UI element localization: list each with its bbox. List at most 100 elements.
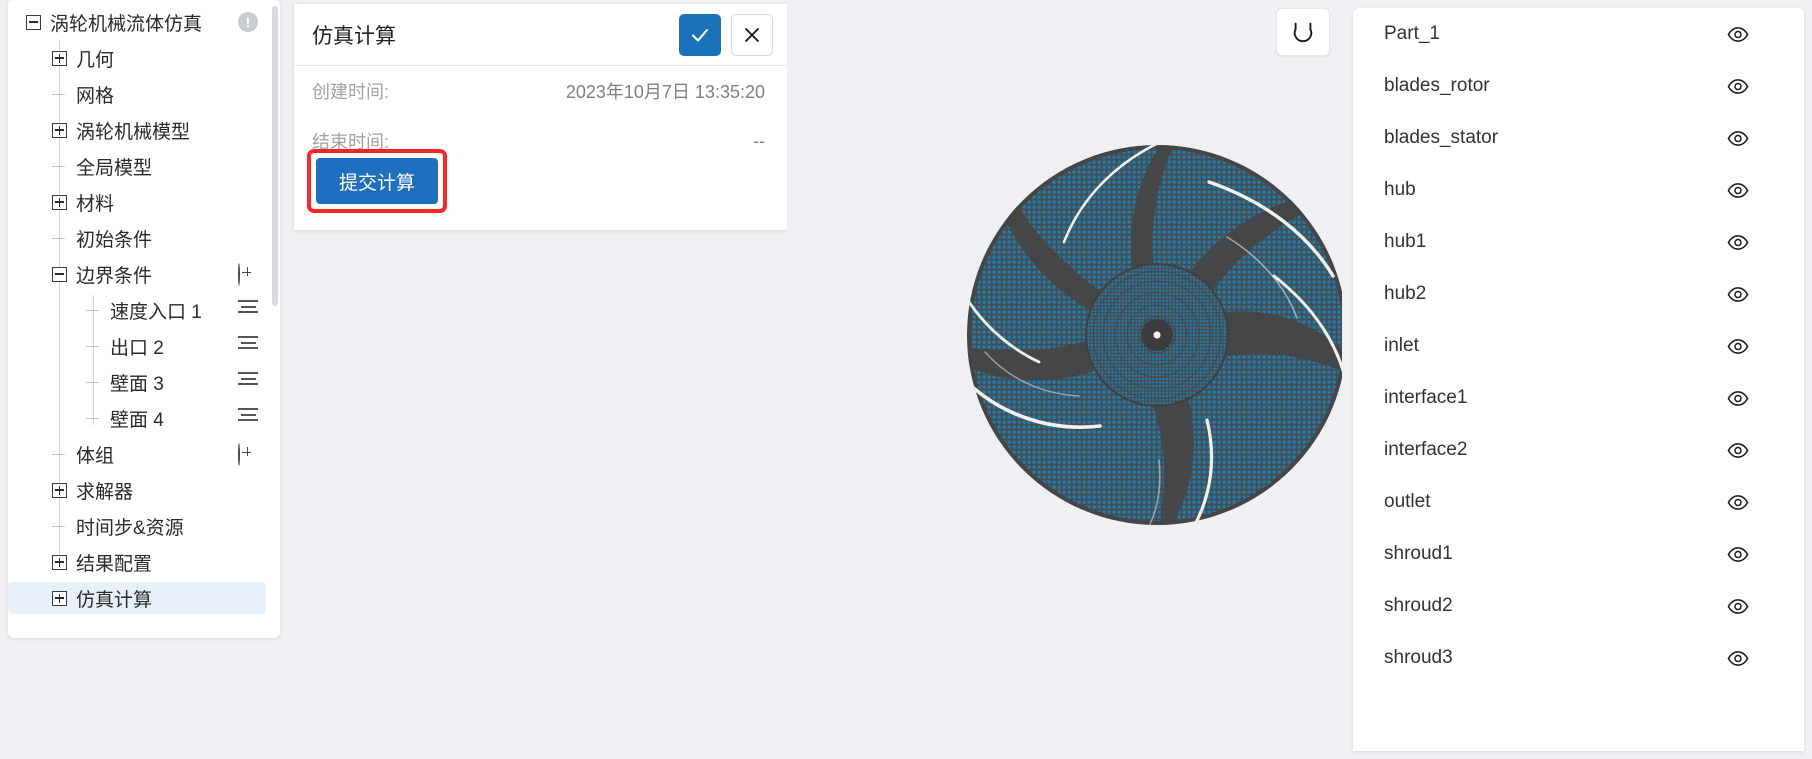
eye-visibility-icon[interactable] (1727, 494, 1749, 510)
tree-scrollbar[interactable] (272, 6, 278, 632)
3d-viewport[interactable] (787, 0, 1342, 759)
eye-visibility-icon[interactable] (1727, 598, 1749, 614)
tree-node-label: 体组 (76, 445, 115, 467)
tree-node-0[interactable]: 涡轮机械流体仿真! (8, 4, 280, 40)
tree-node-label: 材料 (76, 193, 115, 215)
eye-visibility-icon[interactable] (1727, 130, 1749, 146)
eye-visibility-icon[interactable] (1727, 650, 1749, 666)
tree-node-14[interactable]: 时间步&资源 (8, 508, 280, 544)
plus-circle-icon (238, 443, 240, 466)
tree-node-5[interactable]: 材料 (8, 184, 280, 220)
eye-visibility-icon[interactable] (1727, 338, 1749, 354)
expand-icon[interactable] (52, 50, 67, 66)
node-menu-button[interactable] (238, 372, 258, 392)
part-list-item[interactable]: hub1 (1353, 216, 1804, 268)
tree-node-highlight (8, 78, 266, 110)
confirm-button[interactable] (679, 13, 721, 56)
tree-node-12[interactable]: 体组 (8, 436, 280, 472)
add-item-button[interactable] (238, 443, 258, 466)
eye-visibility-icon[interactable] (1727, 26, 1749, 42)
part-name-label: hub1 (1384, 231, 1427, 252)
tree-node-1[interactable]: 几何 (8, 40, 280, 76)
tree-node-13[interactable]: 求解器 (8, 472, 280, 508)
turbomachinery-mesh-render (967, 145, 1342, 525)
tree-node-label: 涡轮机械模型 (76, 121, 191, 143)
tree-node-15[interactable]: 结果配置 (8, 544, 280, 580)
reload-icon (1293, 22, 1313, 43)
add-item-button[interactable] (238, 263, 258, 286)
eye-visibility-icon[interactable] (1727, 78, 1749, 94)
tree-scrollbar-thumb[interactable] (272, 6, 278, 306)
expand-icon[interactable] (52, 554, 67, 570)
part-list-item[interactable]: interface2 (1353, 424, 1804, 476)
part-list-item[interactable]: inlet (1353, 320, 1804, 372)
tree-node-label: 时间步&资源 (76, 517, 184, 539)
expand-icon[interactable] (52, 122, 67, 138)
part-list-item[interactable]: interface1 (1353, 372, 1804, 424)
part-list-item[interactable]: shroud1 (1353, 528, 1804, 580)
tree-node-7[interactable]: 边界条件 (8, 256, 280, 292)
tree-node-highlight (8, 186, 266, 218)
collapse-icon[interactable] (52, 266, 67, 282)
dialog-field-label: 结束时间: (312, 132, 390, 152)
tree-node-10[interactable]: 壁面 3 (8, 364, 280, 400)
eye-visibility-icon[interactable] (1727, 546, 1749, 562)
part-name-label: inlet (1384, 335, 1419, 356)
tree-node-16[interactable]: 仿真计算 (8, 580, 280, 616)
part-list-item[interactable]: shroud2 (1353, 580, 1804, 632)
node-menu-button[interactable] (238, 336, 258, 356)
tree-node-8[interactable]: 速度入口 1 (8, 292, 280, 328)
tree-branch-line (52, 519, 67, 534)
part-name-label: shroud3 (1384, 647, 1453, 668)
part-list-item[interactable]: shroud3 (1353, 632, 1804, 684)
submit-calculation-button[interactable]: 提交计算 (316, 158, 438, 204)
eye-visibility-icon[interactable] (1727, 286, 1749, 302)
tree-node-9[interactable]: 出口 2 (8, 328, 280, 364)
node-menu-button[interactable] (238, 300, 258, 320)
tree-rows: 涡轮机械流体仿真! 几何网格涡轮机械模型全局模型材料初始条件 边界条件 速度入口 1 出… (8, 4, 280, 616)
dialog-field-label: 创建时间: (312, 82, 390, 102)
expand-icon[interactable] (52, 194, 67, 210)
eye-visibility-icon[interactable] (1727, 234, 1749, 250)
eye-visibility-icon[interactable] (1727, 390, 1749, 406)
part-name-label: shroud1 (1384, 543, 1453, 564)
tree-node-11[interactable]: 壁面 4 (8, 400, 280, 436)
tree-node-label: 涡轮机械流体仿真 (50, 13, 203, 35)
cancel-button[interactable] (731, 13, 773, 56)
part-list-item[interactable]: blades_rotor (1353, 60, 1804, 112)
check-icon (691, 28, 709, 42)
reload-view-button[interactable] (1276, 8, 1330, 56)
expand-icon[interactable] (52, 590, 67, 606)
tree-branch-line (86, 375, 101, 390)
tree-node-3[interactable]: 涡轮机械模型 (8, 112, 280, 148)
tree-node-6[interactable]: 初始条件 (8, 220, 280, 256)
expand-icon[interactable] (52, 482, 67, 498)
part-list-item[interactable]: outlet (1353, 476, 1804, 528)
tree-branch-line (52, 447, 67, 462)
tree-node-label: 几何 (76, 49, 115, 71)
part-list-item[interactable]: hub (1353, 164, 1804, 216)
eye-visibility-icon[interactable] (1727, 182, 1749, 198)
part-list-item[interactable]: hub2 (1353, 268, 1804, 320)
eye-visibility-icon[interactable] (1727, 442, 1749, 458)
dialog-fields: 创建时间: 2023年10月7日 13:35:20 结束时间: -- (294, 66, 787, 166)
part-list-item[interactable]: blades_stator (1353, 112, 1804, 164)
dialog-field-row: 创建时间: 2023年10月7日 13:35:20 (294, 66, 787, 116)
part-name-label: blades_rotor (1384, 75, 1490, 96)
part-name-label: shroud2 (1384, 595, 1453, 616)
tree-branch-line (52, 231, 67, 246)
part-name-label: interface2 (1384, 439, 1468, 460)
tree-branch-line (52, 87, 67, 102)
part-list-item[interactable]: Part_1 (1353, 8, 1804, 60)
tree-branch-line (86, 411, 101, 426)
tree-node-label: 仿真计算 (76, 589, 153, 611)
node-menu-button[interactable] (238, 408, 258, 428)
tree-node-label: 壁面 4 (110, 409, 164, 431)
dialog-header: 仿真计算 (294, 4, 787, 66)
tree-node-label: 结果配置 (76, 553, 153, 575)
tree-node-label: 出口 2 (110, 337, 164, 359)
tree-node-highlight (8, 474, 266, 506)
tree-node-2[interactable]: 网格 (8, 76, 280, 112)
tree-node-4[interactable]: 全局模型 (8, 148, 280, 184)
collapse-icon[interactable] (26, 14, 41, 30)
